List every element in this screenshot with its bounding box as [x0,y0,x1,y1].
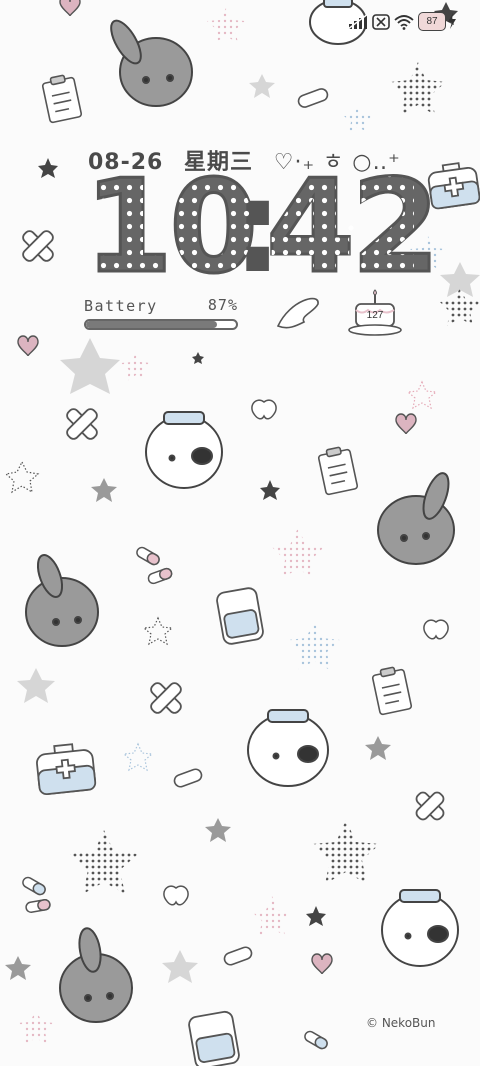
charging-icon [447,13,457,32]
clock-hour: 10 [82,153,259,302]
cake-count: 127 [366,310,384,321]
no-sim-icon [372,14,390,33]
signal-icon [347,13,369,33]
lockscreen-clock[interactable]: 10 : 42 10 42 [82,153,441,302]
wifi-icon [394,14,414,33]
battery-level-text: 87 [426,16,438,27]
status-bar: 87 [0,0,480,44]
battery-icon: 87 [418,12,446,31]
battery-percent: 87% [207,296,238,314]
clock-minute: 42 [264,153,441,302]
watermark: © NekoBun [366,1016,436,1030]
battery-progress-track [84,319,238,330]
battery-label: Battery [84,297,158,315]
cake-widget[interactable]: 127 [348,289,402,336]
battery-widget[interactable]: Battery 87% [84,296,238,330]
battery-progress-fill [86,321,217,328]
